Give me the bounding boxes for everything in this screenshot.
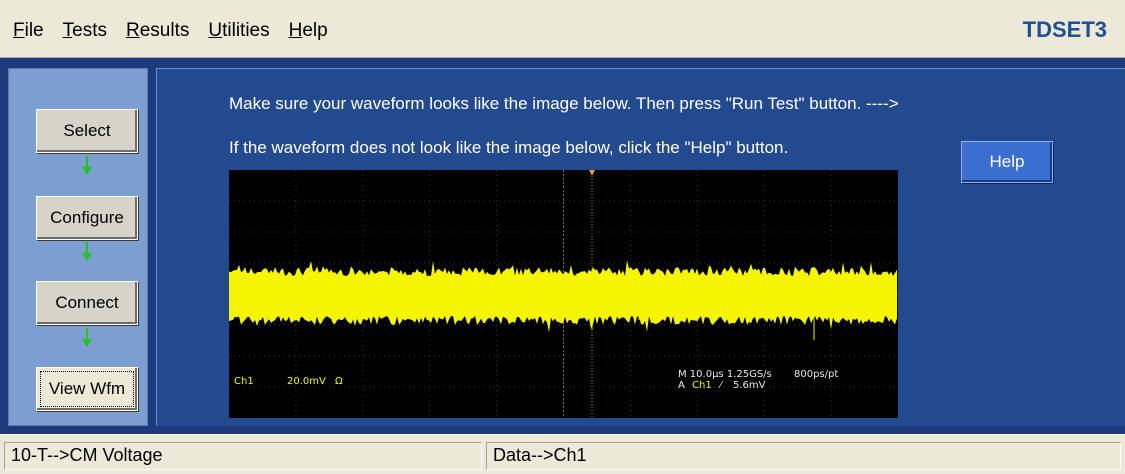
scope-horizontal-settings: M 10.0µs 1.25GS/s bbox=[678, 369, 772, 380]
menu-file[interactable]: File bbox=[13, 20, 44, 42]
scope-coupling-icon: Ω bbox=[335, 376, 343, 387]
menu-results[interactable]: Results bbox=[126, 20, 189, 42]
app-title: TDSET3 bbox=[1022, 17, 1107, 42]
connect-button[interactable]: Connect bbox=[36, 281, 138, 325]
status-test-name: 10-T-->CM Voltage bbox=[4, 442, 482, 470]
menu-items: File Tests Results Utilities Help bbox=[13, 20, 347, 42]
step-arrow-icon bbox=[82, 242, 92, 262]
scope-trigger-level: 5.6mV bbox=[733, 380, 766, 391]
waveform-display bbox=[229, 170, 898, 418]
scope-trigger-prefix: A bbox=[678, 380, 685, 391]
menu-tests[interactable]: Tests bbox=[63, 20, 107, 42]
instruction-line-2: If the waveform does not look like the i… bbox=[229, 138, 789, 157]
select-button[interactable]: Select bbox=[36, 109, 138, 153]
configure-button[interactable]: Configure bbox=[36, 196, 138, 240]
step-arrow-icon bbox=[82, 156, 92, 176]
menu-utilities[interactable]: Utilities bbox=[208, 20, 269, 42]
wizard-steps-panel: Select Configure Connect View Wfm bbox=[8, 68, 148, 426]
help-button[interactable]: Help bbox=[961, 141, 1053, 183]
step-arrow-icon bbox=[82, 328, 92, 348]
view-wfm-button[interactable]: View Wfm bbox=[36, 367, 138, 411]
menu-help[interactable]: Help bbox=[289, 20, 328, 42]
waveform-reference-image: Ch1 20.0mV Ω M 10.0µs 1.25GS/s 800ps/pt … bbox=[229, 170, 898, 418]
scope-record-setting: 800ps/pt bbox=[794, 369, 839, 380]
trigger-position-marker-icon bbox=[589, 170, 595, 176]
status-bar: 10-T-->CM Voltage Data-->Ch1 bbox=[0, 434, 1125, 474]
scope-trigger-channel: Ch1 bbox=[692, 380, 712, 391]
scope-channel-label: Ch1 bbox=[234, 376, 254, 387]
menu-bar: File Tests Results Utilities Help TDSET3 bbox=[0, 0, 1125, 58]
status-data-source: Data-->Ch1 bbox=[486, 442, 1121, 470]
scope-trigger-slope-icon: ⁄ bbox=[720, 380, 722, 391]
scope-channel-scale: 20.0mV bbox=[287, 376, 326, 387]
instruction-line-1: Make sure your waveform looks like the i… bbox=[229, 94, 899, 113]
